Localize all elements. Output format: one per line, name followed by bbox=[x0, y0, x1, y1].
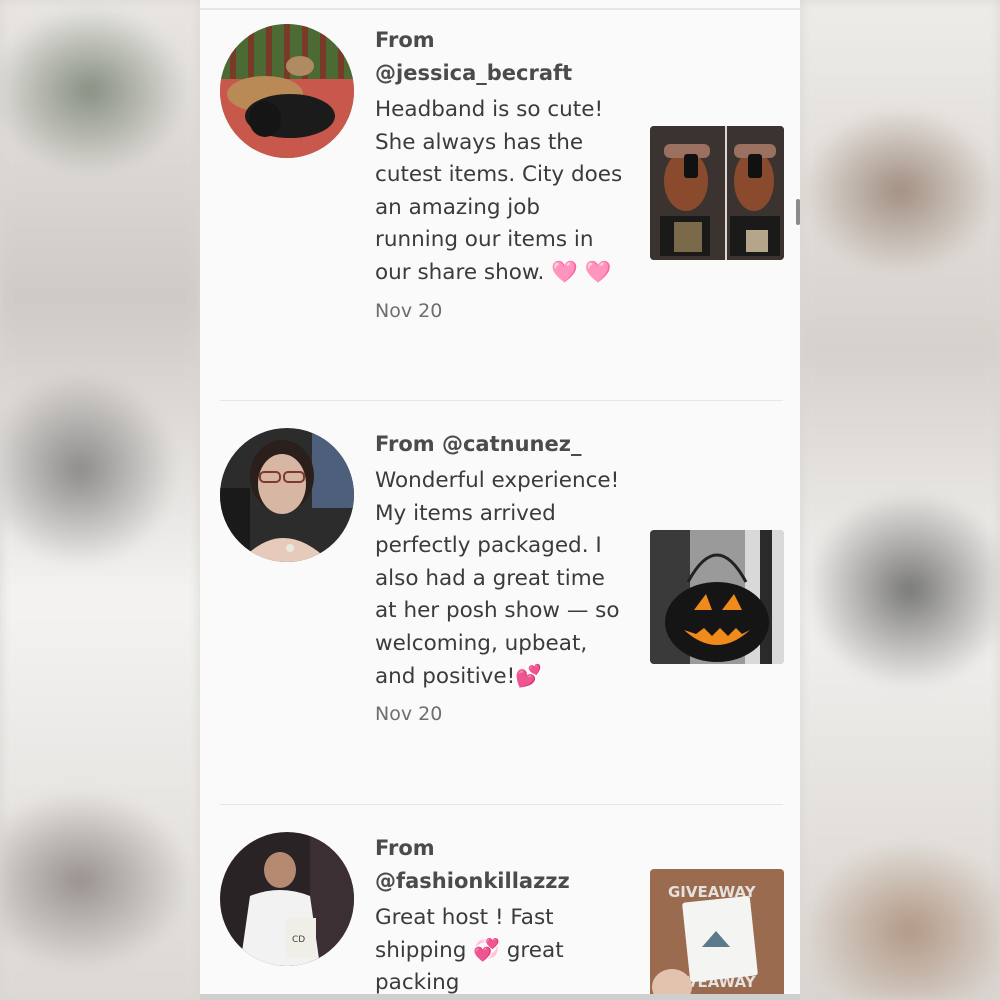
review-divider bbox=[220, 400, 783, 401]
review-text: From @jessica_becraft Headband is so cut… bbox=[375, 24, 625, 322]
avatar[interactable]: CD bbox=[220, 832, 354, 966]
scrollbar-thumb[interactable] bbox=[796, 199, 800, 225]
blurred-background-left bbox=[0, 0, 200, 1000]
review-date: Nov 20 bbox=[375, 703, 443, 726]
review-author[interactable]: From @jessica_becraft bbox=[375, 24, 625, 90]
username-link[interactable]: @jessica_becraft bbox=[375, 61, 572, 85]
review-item: From @jessica_becraft Headband is so cut… bbox=[220, 24, 784, 364]
review-author[interactable]: From @catnunez_ bbox=[375, 428, 625, 461]
listing-thumbnail[interactable] bbox=[650, 530, 784, 664]
review-author[interactable]: From @fashionkillazzz bbox=[375, 832, 625, 898]
listing-thumbnail[interactable]: GIVEAWAY GIVEAWAY bbox=[650, 869, 784, 1000]
review-item: CD From @fashionkillazzz Great host ! Fa… bbox=[220, 832, 784, 1000]
review-date: Nov 20 bbox=[375, 299, 443, 322]
username-link[interactable]: @fashionkillazzz bbox=[375, 869, 570, 893]
review-item: From @catnunez_ Wonderful experience! My… bbox=[220, 428, 784, 768]
headband-mirror-selfie-photo bbox=[650, 126, 784, 260]
review-divider bbox=[220, 804, 783, 805]
listing-thumbnail[interactable] bbox=[650, 126, 784, 260]
from-label: From bbox=[375, 836, 435, 860]
svg-text:CD: CD bbox=[292, 935, 305, 945]
reviews-panel[interactable]: From @jessica_becraft Headband is so cut… bbox=[200, 0, 800, 1000]
username-link[interactable]: @catnunez_ bbox=[442, 432, 581, 456]
top-divider bbox=[200, 8, 800, 10]
review-body: Great host ! Fast shipping 💞 great packi… bbox=[375, 905, 564, 996]
blurred-background-right bbox=[800, 0, 1000, 1000]
woman-in-car-selfie-photo bbox=[220, 428, 354, 562]
review-body: Headband is so cute! She always has the … bbox=[375, 97, 623, 285]
avatar[interactable] bbox=[220, 24, 354, 158]
mirror-selfie-photo: CD bbox=[220, 832, 354, 966]
bottom-bar bbox=[200, 994, 800, 1000]
from-label: From bbox=[375, 432, 435, 456]
from-label: From bbox=[375, 28, 435, 52]
avatar[interactable] bbox=[220, 428, 354, 562]
giveaway-card-photo: GIVEAWAY GIVEAWAY bbox=[650, 869, 784, 1000]
dogs-on-deck-photo bbox=[220, 24, 354, 158]
jack-o-lantern-bucket-photo bbox=[650, 530, 784, 664]
review-body: Wonderful experience! My items arrived p… bbox=[375, 468, 620, 689]
review-text: From @fashionkillazzz Great host ! Fast … bbox=[375, 832, 625, 1000]
review-text: From @catnunez_ Wonderful experience! My… bbox=[375, 428, 625, 725]
